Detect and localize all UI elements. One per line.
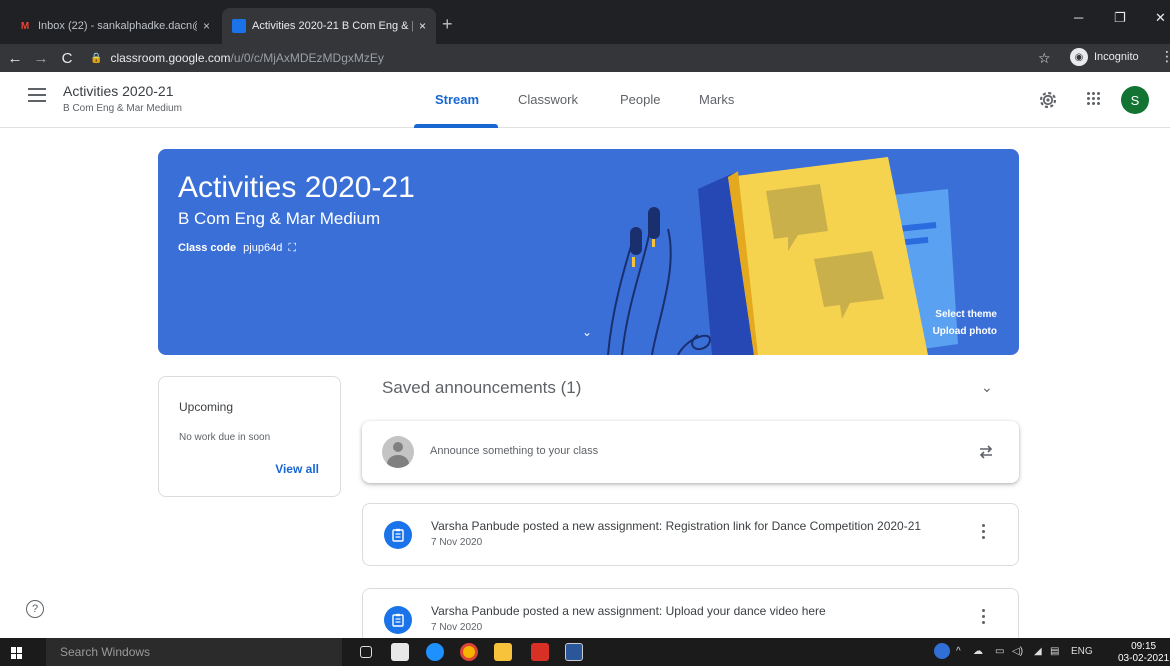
- close-window-icon[interactable]: ✕: [1155, 10, 1166, 26]
- minimize-icon[interactable]: ─: [1074, 10, 1083, 25]
- class-code: Class code pjup64d ⛶: [178, 242, 296, 255]
- clock-date: 03-02-2021: [1118, 653, 1170, 664]
- classroom-header: Activities 2020-21 B Com Eng & Mar Mediu…: [0, 72, 1170, 128]
- banner-illustration: [607, 157, 958, 355]
- header-class-subtitle: B Com Eng & Mar Medium: [63, 103, 182, 114]
- post-text: Varsha Panbude posted a new assignment: …: [431, 519, 922, 533]
- tab-title: Inbox (22) - sankalphadke.dacn@: [38, 20, 197, 32]
- browser-tab-gmail[interactable]: M Inbox (22) - sankalphadke.dacn@ ×: [8, 8, 220, 44]
- task-view-icon[interactable]: [360, 646, 372, 658]
- onedrive-icon[interactable]: ☁: [973, 646, 983, 657]
- fullscreen-icon[interactable]: ⛶: [288, 242, 296, 254]
- browser-tab-classroom[interactable]: Activities 2020-21 B Com Eng & | ×: [222, 8, 436, 44]
- notification-icon[interactable]: ▤: [1050, 646, 1059, 657]
- stream-post[interactable]: Varsha Panbude posted a new assignment: …: [362, 503, 1019, 566]
- url-host: classroom.google.com: [110, 51, 231, 65]
- post-text: Varsha Panbude posted a new assignment: …: [431, 604, 826, 618]
- more-options-icon[interactable]: [982, 609, 986, 627]
- close-tab-icon[interactable]: ×: [203, 19, 210, 33]
- incognito-indicator[interactable]: ◉ Incognito: [1070, 48, 1139, 66]
- taskbar-clock[interactable]: 09:15 03-02-2021: [1118, 641, 1169, 665]
- forward-icon[interactable]: →: [30, 50, 52, 67]
- document-app-icon[interactable]: [565, 643, 583, 661]
- volume-icon[interactable]: ◁): [1012, 646, 1023, 657]
- restore-icon[interactable]: ❐: [1114, 10, 1126, 26]
- close-tab-icon[interactable]: ×: [419, 19, 426, 33]
- wifi-icon[interactable]: ◢: [1034, 646, 1042, 657]
- active-tab-indicator: [414, 124, 498, 128]
- url-path: /u/0/c/MjAxMDEzMDgxMzEy: [230, 51, 384, 65]
- windows-search-input[interactable]: Search Windows: [46, 638, 342, 666]
- tab-title: Activities 2020-21 B Com Eng & |: [252, 20, 413, 32]
- classroom-icon: [232, 19, 246, 33]
- language-indicator[interactable]: ENG: [1071, 646, 1093, 657]
- class-code-label: Class code: [178, 242, 237, 254]
- windows-start-icon[interactable]: [11, 647, 23, 659]
- store-icon[interactable]: [391, 643, 409, 661]
- acrobat-icon[interactable]: [531, 643, 549, 661]
- settings-gear-icon[interactable]: [1036, 88, 1060, 112]
- class-code-value: pjup64d: [243, 242, 283, 254]
- windows-taskbar: Search Windows ^ ☁ ▭ ◁) ◢ ▤ ENG 09:15 03…: [0, 638, 1170, 666]
- tab-marks[interactable]: Marks: [699, 92, 734, 107]
- tab-classwork[interactable]: Classwork: [518, 92, 578, 107]
- user-avatar-icon: [382, 436, 414, 468]
- bookmark-star-icon[interactable]: ☆: [1038, 50, 1051, 67]
- announcement-composer[interactable]: Announce something to your class: [362, 421, 1019, 483]
- tab-stream[interactable]: Stream: [435, 92, 479, 107]
- tab-people[interactable]: People: [620, 92, 660, 107]
- post-date: 7 Nov 2020: [431, 537, 483, 548]
- saved-announcements-heading[interactable]: Saved announcements (1): [382, 378, 581, 398]
- apps-grid-icon[interactable]: [1087, 92, 1101, 106]
- upcoming-title: Upcoming: [179, 400, 234, 414]
- lock-icon: 🔒: [90, 52, 103, 64]
- post-date: 7 Nov 2020: [431, 622, 483, 633]
- address-bar[interactable]: 🔒 classroom.google.com/u/0/c/MjAxMDEzMDg…: [90, 51, 384, 65]
- main-menu-icon[interactable]: [28, 88, 46, 106]
- reuse-post-icon[interactable]: [977, 443, 995, 461]
- assignment-icon: [384, 606, 412, 634]
- upcoming-empty-text: No work due in soon: [179, 432, 271, 443]
- account-avatar[interactable]: S: [1121, 86, 1149, 114]
- clock-time: 09:15: [1131, 641, 1157, 652]
- upload-photo-link[interactable]: Upload photo: [933, 326, 997, 337]
- back-icon[interactable]: ←: [4, 50, 26, 67]
- file-explorer-icon[interactable]: [494, 643, 512, 661]
- more-options-icon[interactable]: [982, 524, 986, 542]
- assignment-icon: [384, 521, 412, 549]
- browser-toolbar: ← → C 🔒 classroom.google.com/u/0/c/MjAxM…: [0, 44, 1170, 72]
- chevron-down-icon[interactable]: ⌄: [981, 379, 993, 396]
- incognito-label: Incognito: [1094, 51, 1139, 63]
- header-class-title[interactable]: Activities 2020-21: [63, 83, 174, 99]
- new-tab-button[interactable]: +: [442, 14, 453, 35]
- help-tray-icon[interactable]: [934, 643, 950, 659]
- banner-class-subtitle: B Com Eng & Mar Medium: [178, 209, 381, 228]
- browser-tabstrip: M Inbox (22) - sankalphadke.dacn@ × Acti…: [0, 0, 1170, 44]
- class-banner: Activities 2020-21 B Com Eng & Mar Mediu…: [158, 149, 1019, 355]
- banner-class-title: Activities 2020-21: [178, 171, 415, 204]
- select-theme-link[interactable]: Select theme: [935, 309, 997, 320]
- help-icon[interactable]: ?: [26, 600, 44, 618]
- chevron-down-icon[interactable]: ⌄: [582, 325, 592, 339]
- reload-icon[interactable]: C: [56, 50, 78, 67]
- battery-icon[interactable]: ▭: [995, 646, 1004, 657]
- chevron-up-icon[interactable]: ^: [956, 646, 961, 657]
- view-all-link[interactable]: View all: [275, 462, 319, 476]
- chrome-icon[interactable]: [460, 643, 478, 661]
- upcoming-card: Upcoming No work due in soon View all: [158, 376, 341, 497]
- edge-icon[interactable]: [426, 643, 444, 661]
- browser-menu-icon[interactable]: ⋮: [1160, 48, 1170, 65]
- gmail-icon: M: [20, 20, 30, 32]
- composer-placeholder[interactable]: Announce something to your class: [430, 445, 598, 457]
- incognito-icon: ◉: [1070, 48, 1088, 66]
